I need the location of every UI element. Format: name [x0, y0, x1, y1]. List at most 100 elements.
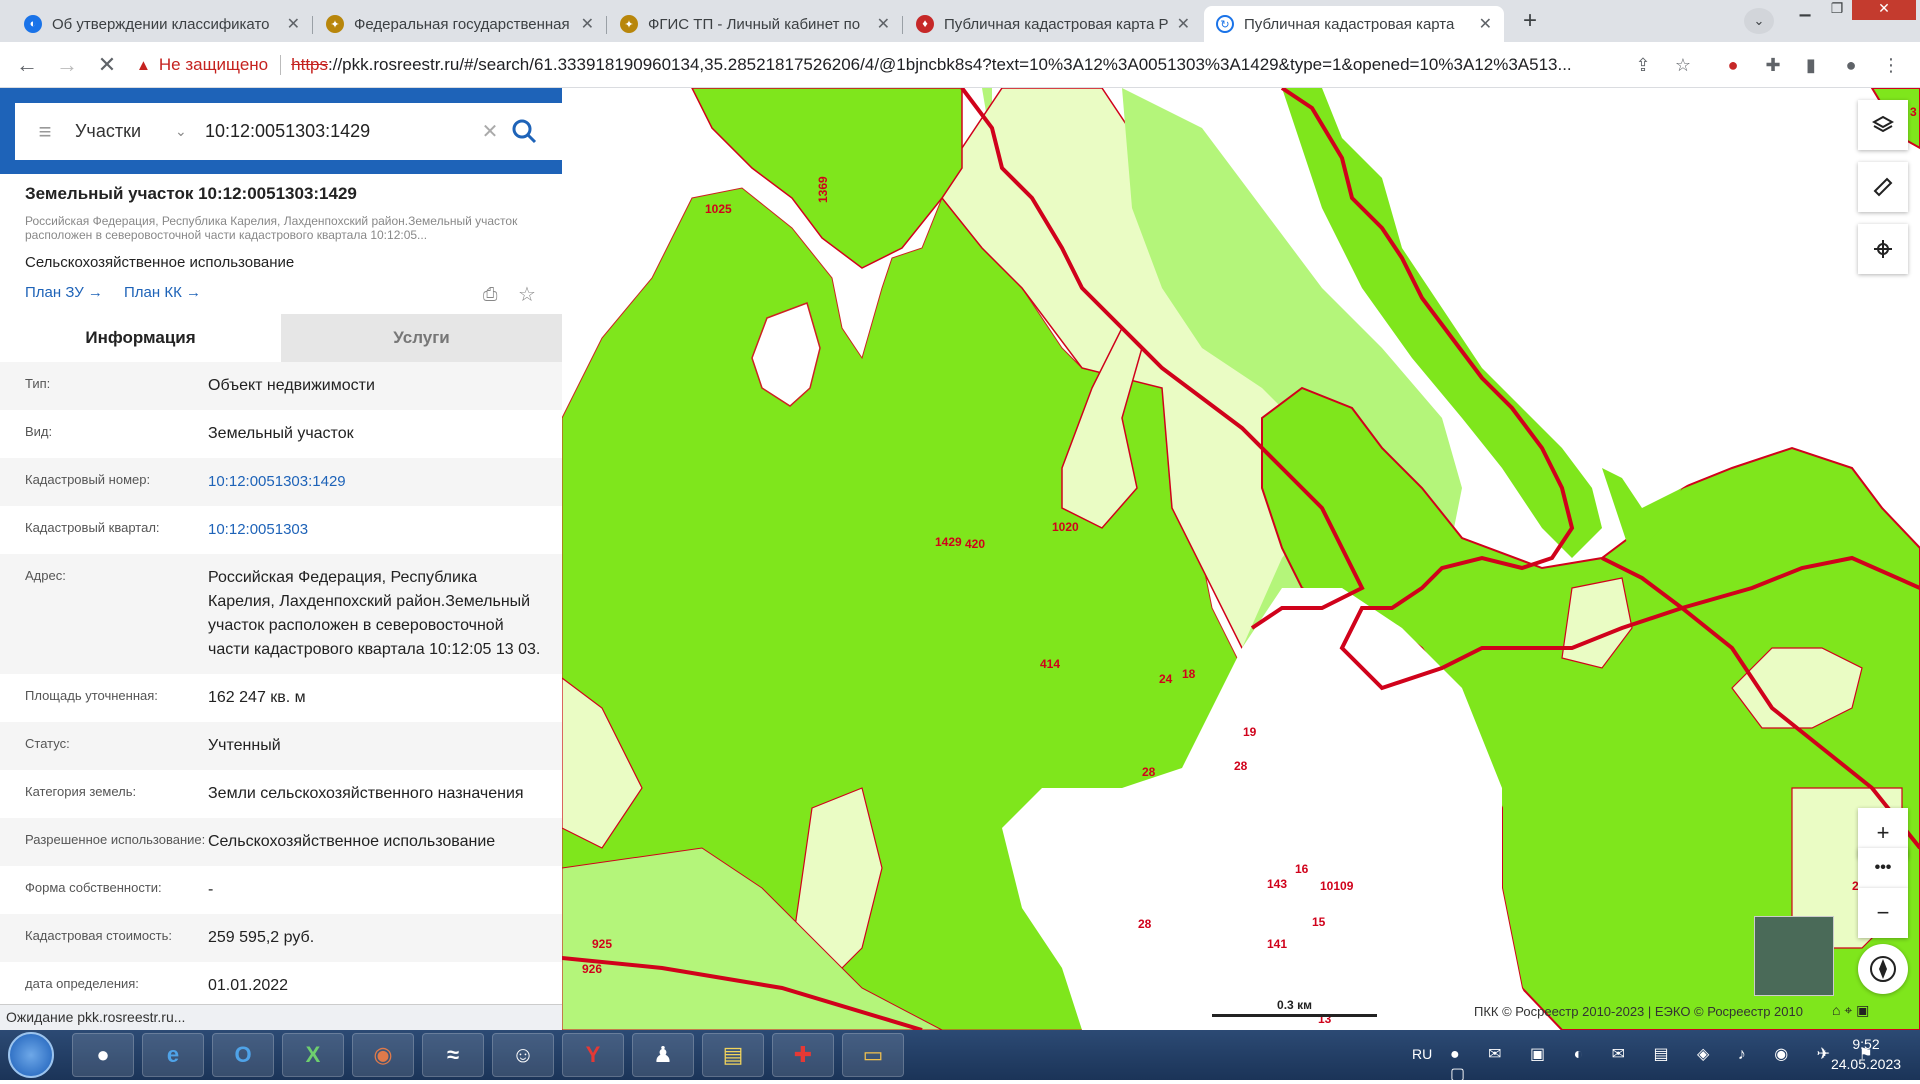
more-button[interactable]: ••• — [1858, 848, 1908, 888]
close-icon[interactable]: ✕ — [1479, 14, 1492, 34]
parcel-label[interactable]: 414 — [1040, 657, 1060, 671]
app-taskbar-icon[interactable]: ◉ — [352, 1033, 414, 1077]
address-bar[interactable]: ▲ Не защищено https://pkk.rosreestr.ru/#… — [136, 48, 1636, 82]
outlook-taskbar-icon[interactable]: O — [212, 1033, 274, 1077]
tab-title: Публичная кадастровая карта — [1244, 15, 1455, 33]
search-box: ≡ Участки ⌄ ✕ — [15, 103, 567, 160]
tab-services[interactable]: Услуги — [281, 314, 562, 362]
parcel-label[interactable]: 1020 — [1052, 520, 1079, 534]
attribute-value: - — [208, 881, 214, 898]
parcel-label[interactable]: 15 — [1312, 915, 1326, 929]
attribute-link[interactable]: 10:12:0051303:1429 — [208, 458, 562, 506]
close-icon[interactable]: ✕ — [287, 14, 300, 34]
close-icon[interactable]: ✕ — [877, 14, 890, 34]
preview-icon[interactable]: ⎙ — [483, 284, 497, 305]
parcel-label[interactable]: 24 — [1159, 672, 1173, 686]
parcel-label[interactable]: 3 — [1910, 105, 1917, 119]
search-input[interactable] — [205, 121, 475, 142]
plan-zu-link[interactable]: План ЗУ → — [25, 284, 103, 301]
start-button[interactable] — [8, 1032, 54, 1078]
explorer-taskbar-icon[interactable]: ▭ — [842, 1033, 904, 1077]
hamburger-icon[interactable]: ≡ — [15, 119, 75, 145]
tab-title: Публичная кадастровая карта Р — [944, 15, 1169, 33]
star-icon[interactable]: ☆ — [518, 282, 536, 307]
browser-tab-3[interactable]: ✦ ФГИС ТП - Личный кабинет по ✕ — [608, 6, 902, 42]
window-close-button[interactable]: ✕ — [1852, 0, 1916, 20]
url-text[interactable]: https://pkk.rosreestr.ru/#/search/61.333… — [291, 55, 1572, 75]
attribute-table: Тип: Объект недвижимости Вид: Земельный уча… — [0, 362, 562, 1004]
tab-search-button[interactable]: ⌄ — [1744, 8, 1774, 34]
parcel-label[interactable]: 28 — [1234, 759, 1248, 773]
back-button[interactable]: ← — [12, 50, 42, 80]
excel-taskbar-icon[interactable]: X — [282, 1033, 344, 1077]
cadastral-map[interactable]: 1025 1369 1429 420 1020 414 24 18 19 28 … — [562, 88, 1920, 1030]
locate-button[interactable] — [1858, 224, 1908, 274]
app-taskbar-icon[interactable]: ♟ — [632, 1033, 694, 1077]
stop-button[interactable]: ✕ — [92, 50, 122, 80]
minimize-button[interactable]: ▁ — [1790, 0, 1820, 20]
parcel-label[interactable]: 925 — [592, 937, 612, 951]
parcel-label[interactable]: 143 — [1267, 877, 1287, 891]
parcel-label[interactable]: 28 — [1138, 917, 1152, 931]
parcel-label[interactable]: 16 — [1295, 862, 1309, 876]
extensions-puzzle-icon[interactable]: ✚ — [1762, 54, 1784, 76]
attribute-row: Адрес: Российская Федерация, Республика К… — [0, 554, 562, 674]
menu-kebab-icon[interactable]: ⋮ — [1880, 54, 1902, 76]
parcel-label[interactable]: 141 — [1267, 937, 1287, 951]
notes-taskbar-icon[interactable]: ▤ — [702, 1033, 764, 1077]
parcel-label[interactable]: 926 — [582, 962, 602, 976]
close-icon[interactable]: ✕ — [1177, 14, 1190, 34]
yandex-taskbar-icon[interactable]: Y — [562, 1033, 624, 1077]
attribute-link[interactable]: 10:12:0051303 — [208, 506, 562, 554]
parcel-label[interactable]: 18 — [1182, 667, 1196, 681]
extension-icon[interactable]: ● — [1722, 54, 1744, 76]
parcel-label[interactable]: 1025 — [705, 202, 732, 216]
search-icon[interactable] — [505, 112, 545, 152]
parcel-label[interactable]: 1429 — [935, 535, 962, 549]
browser-status: Ожидание pkk.rosreestr.ru... — [0, 1004, 640, 1030]
parcel-label[interactable]: 10109 — [1320, 879, 1354, 893]
zoom-out-button[interactable]: − — [1858, 888, 1908, 938]
new-tab-button[interactable]: + — [1516, 8, 1544, 36]
attribute-label: Тип: — [25, 376, 51, 391]
share-icon[interactable]: ⇪ — [1632, 54, 1654, 76]
forward-button[interactable]: → — [52, 50, 82, 80]
chevron-down-icon[interactable]: ⌄ — [175, 123, 205, 140]
browser-tab-1[interactable]: ◐ Об утверждении классификато ✕ — [12, 6, 312, 42]
not-secure-label[interactable]: Не защищено — [159, 55, 268, 75]
tab-information[interactable]: Информация — [0, 314, 281, 362]
object-card: Земельный участок 10:12:0051303:1429 Рос… — [0, 174, 562, 1004]
plan-kk-link[interactable]: План КК → — [124, 284, 201, 301]
parcel-label[interactable]: 28 — [1142, 765, 1156, 779]
map-footer-icons[interactable]: ⌂ ⌖ ▣ — [1832, 1002, 1869, 1019]
app-taskbar-icon[interactable]: ≈ — [422, 1033, 484, 1077]
close-icon[interactable]: ✕ — [581, 14, 594, 34]
ie-taskbar-icon[interactable]: e — [142, 1033, 204, 1077]
attribute-value: 162 247 кв. м — [208, 689, 306, 706]
tab-title: Об утверждении классификато — [52, 15, 270, 33]
map-canvas[interactable]: 1025 1369 1429 420 1020 414 24 18 19 28 … — [562, 88, 1920, 1030]
app-taskbar-icon[interactable]: ☺ — [492, 1033, 554, 1077]
browser-tab-4[interactable]: ♦ Публичная кадастровая карта Р ✕ — [904, 6, 1202, 42]
layers-button[interactable] — [1858, 100, 1908, 150]
parcel-label[interactable]: 420 — [965, 537, 985, 551]
profile-icon[interactable]: ● — [1840, 54, 1862, 76]
language-indicator[interactable]: RU — [1412, 1046, 1432, 1062]
browser-tab-2[interactable]: ✦ Федеральная государственная и ✕ — [314, 6, 606, 42]
app-taskbar-icon[interactable]: ✚ — [772, 1033, 834, 1077]
search-type-select[interactable]: Участки — [75, 121, 175, 142]
browser-tab-5[interactable]: ↻ Публичная кадастровая карта ✕ — [1204, 6, 1504, 42]
parcel-label[interactable]: 1369 — [816, 176, 830, 203]
clock[interactable]: 9:52 24.05.2023 — [1816, 1034, 1916, 1074]
warning-icon[interactable]: ▲ — [136, 57, 151, 74]
restore-button[interactable]: ❐ — [1822, 0, 1852, 20]
measure-button[interactable] — [1858, 162, 1908, 212]
chrome-taskbar-icon[interactable]: ● — [72, 1033, 134, 1077]
attribute-row: Разрешенное использование: Сельскохозяйст… — [0, 818, 562, 866]
compass-button[interactable] — [1858, 944, 1908, 994]
satellite-minimap[interactable] — [1754, 916, 1834, 996]
parcel-label[interactable]: 19 — [1243, 725, 1257, 739]
clear-icon[interactable]: ✕ — [475, 119, 505, 144]
side-panel-icon[interactable]: ▮ — [1800, 54, 1822, 76]
bookmark-star-icon[interactable]: ☆ — [1672, 54, 1694, 76]
